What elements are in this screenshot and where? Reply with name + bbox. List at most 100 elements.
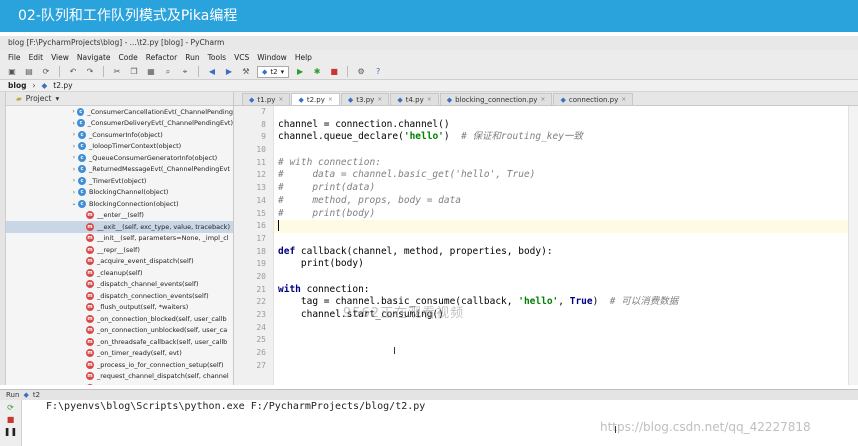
tree-item-method[interactable]: m _flush_output(self, *waiters)	[6, 302, 233, 314]
tree-item-method[interactable]: m _request_channel_dispatch(self, channel	[6, 371, 233, 383]
code-line[interactable]: # method, props, body = data	[274, 195, 858, 208]
tree-item-method[interactable]: m _dispatch_connection_events(self)	[6, 290, 233, 302]
tree-item-class[interactable]: › c _IoloopTimerContext(object)	[6, 141, 233, 153]
forward-icon[interactable]: ▶	[223, 66, 235, 78]
help-icon[interactable]: ?	[372, 66, 384, 78]
code-line[interactable]: # print(data)	[274, 182, 858, 195]
rerun-icon[interactable]: ⟳	[5, 402, 17, 412]
tree-item-class[interactable]: › c _ConsumerDeliveryEvt(_ChannelPendingEv…	[6, 118, 233, 130]
menu-vcs[interactable]: VCS	[234, 53, 249, 62]
code-line[interactable]: # with connection:	[274, 157, 858, 170]
menu-edit[interactable]: Edit	[29, 53, 44, 62]
code-line[interactable]	[274, 144, 858, 157]
code-editor[interactable]: channel = connection.channel() channel.qu…	[274, 106, 858, 385]
code-line[interactable]	[274, 360, 858, 373]
code-line[interactable]: channel = connection.channel()	[274, 119, 858, 132]
chevron-right-icon[interactable]: ›	[70, 108, 77, 115]
tree-item-method[interactable]: m _process_io_for_connection_setup(self)	[6, 359, 233, 371]
run-tool-config[interactable]: t2	[33, 391, 40, 399]
close-icon[interactable]: ×	[328, 96, 333, 103]
menu-view[interactable]: View	[51, 53, 69, 62]
pause-icon[interactable]: ❚❚	[4, 426, 17, 436]
breadcrumb-project[interactable]: blog	[8, 81, 26, 90]
code-line[interactable]: def callback(channel, method, properties…	[274, 246, 858, 259]
editor-tab[interactable]: ◆ t1.py ×	[242, 93, 291, 105]
chevron-right-icon[interactable]: ›	[70, 143, 78, 150]
tree-item-method[interactable]: m _cleanup(self)	[6, 267, 233, 279]
menu-tools[interactable]: Tools	[208, 53, 226, 62]
tree-item-class[interactable]: › c _ConsumerCancellationEvt(_ChannelPendi…	[6, 106, 233, 118]
code-line[interactable]	[274, 106, 858, 119]
tree-item-method[interactable]: m _on_threadsafe_callback(self, user_call…	[6, 336, 233, 348]
editor-scrollbar[interactable]	[848, 106, 858, 385]
code-line[interactable]	[274, 271, 858, 284]
run-config-select[interactable]: ◆ t2 ▾	[257, 65, 290, 78]
redo-icon[interactable]: ↷	[84, 66, 96, 78]
menu-run[interactable]: Run	[185, 53, 199, 62]
editor-tab[interactable]: ◆ blocking_connection.py ×	[439, 93, 553, 105]
code-line[interactable]: with connection:	[274, 284, 858, 297]
tree-item-class[interactable]: › c _ReturnedMessageEvt(_ChannelPendingEvt	[6, 164, 233, 176]
menu-code[interactable]: Code	[119, 53, 138, 62]
tree-item-method[interactable]: m _on_connection_blocked(self, user_callb	[6, 313, 233, 325]
code-line[interactable]	[274, 334, 858, 347]
close-icon[interactable]: ×	[621, 96, 626, 103]
replace-icon[interactable]: ⌖	[179, 66, 191, 78]
run-tool-label[interactable]: Run	[6, 391, 19, 399]
breadcrumb-file[interactable]: t2.py	[53, 81, 72, 90]
tree-item-method[interactable]: m __exit__(self, exc_type, value, traceba…	[6, 221, 233, 233]
chevron-right-icon[interactable]: ›	[70, 177, 78, 184]
chevron-right-icon[interactable]: ›	[70, 166, 78, 173]
tree-item-class[interactable]: › c _ConsumerInfo(object)	[6, 129, 233, 141]
save-icon[interactable]: ▤	[23, 66, 35, 78]
open-folder-icon[interactable]: ▣	[6, 66, 18, 78]
back-icon[interactable]: ◀	[206, 66, 218, 78]
chevron-right-icon[interactable]: ›	[70, 189, 78, 196]
editor-tab[interactable]: ◆ t3.py ×	[340, 93, 390, 105]
tree-item-method[interactable]: m __init__(self, parameters=None, _impl_c…	[6, 233, 233, 245]
chevron-right-icon[interactable]: ›	[70, 154, 78, 161]
copy-icon[interactable]: ❐	[128, 66, 140, 78]
tree-item-method[interactable]: m _dispatch_channel_events(self)	[6, 279, 233, 291]
close-icon[interactable]: ×	[377, 96, 382, 103]
tree-item-class[interactable]: › c _TimerEvt(object)	[6, 175, 233, 187]
paste-icon[interactable]: ▦	[145, 66, 157, 78]
close-icon[interactable]: ×	[427, 96, 432, 103]
run-icon[interactable]: ▶	[294, 66, 306, 78]
tree-item-method[interactable]: m_add_callback_threadsafe(self, callbac	[6, 382, 233, 385]
chevron-right-icon[interactable]: ›	[70, 131, 78, 138]
settings-icon[interactable]: ⚙	[355, 66, 367, 78]
chevron-down-icon[interactable]: ⌄	[70, 200, 78, 207]
code-line[interactable]: print(body)	[274, 258, 858, 271]
build-icon[interactable]: ⚒	[240, 66, 252, 78]
tree-item-method[interactable]: m _on_timer_ready(self, evt)	[6, 348, 233, 360]
undo-icon[interactable]: ↶	[67, 66, 79, 78]
tree-item-class[interactable]: ⌄ c BlockingConnection(object)	[6, 198, 233, 210]
menu-help[interactable]: Help	[295, 53, 312, 62]
chevron-right-icon[interactable]: ›	[70, 120, 77, 127]
menu-refactor[interactable]: Refactor	[146, 53, 177, 62]
code-line[interactable]	[274, 233, 858, 246]
menu-file[interactable]: File	[8, 53, 21, 62]
tree-item-method[interactable]: m _on_connection_unblocked(self, user_ca	[6, 325, 233, 337]
tree-item-method[interactable]: m _acquire_event_dispatch(self)	[6, 256, 233, 268]
stop-icon[interactable]: ■	[328, 66, 340, 78]
find-icon[interactable]: ⌕	[162, 66, 174, 78]
close-icon[interactable]: ×	[540, 96, 545, 103]
tree-item-method[interactable]: m __enter__(self)	[6, 210, 233, 222]
stop-icon[interactable]: ■	[5, 414, 17, 424]
editor-tab[interactable]: ◆ t2.py ×	[291, 93, 340, 105]
code-line[interactable]	[274, 347, 858, 360]
code-line[interactable]: channel.queue_declare('hello') # 保证和rout…	[274, 131, 858, 144]
menu-navigate[interactable]: Navigate	[77, 53, 111, 62]
cut-icon[interactable]: ✂	[111, 66, 123, 78]
tree-item-class[interactable]: › c BlockingChannel(object)	[6, 187, 233, 199]
code-line[interactable]	[274, 322, 858, 335]
debug-icon[interactable]: ✱	[311, 66, 323, 78]
close-icon[interactable]: ×	[278, 96, 283, 103]
chevron-down-icon[interactable]: ▾	[55, 94, 59, 103]
code-line[interactable]	[274, 220, 858, 233]
tree-item-class[interactable]: › c _QueueConsumerGeneratorInfo(object)	[6, 152, 233, 164]
editor-tab[interactable]: ◆ connection.py ×	[553, 93, 634, 105]
code-line[interactable]: # print(body)	[274, 208, 858, 221]
